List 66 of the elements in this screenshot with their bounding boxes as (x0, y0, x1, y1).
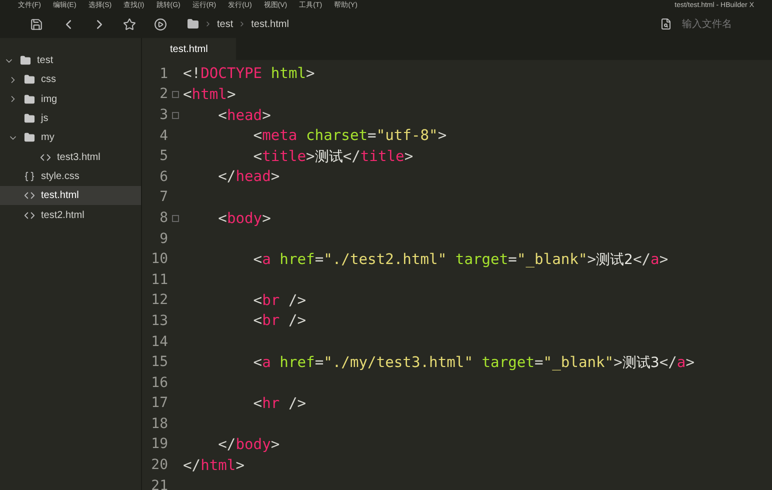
folder-icon (24, 74, 35, 86)
code-line: <br /> (252, 311, 306, 332)
line-number: 5 (158, 147, 168, 166)
line-number: 14 (150, 332, 168, 352)
line-number: 21 (150, 476, 168, 490)
line-number: 3 (158, 106, 168, 125)
file-tree-item[interactable]: js (0, 108, 141, 128)
braces-file-icon (24, 170, 35, 182)
file-tree-item[interactable]: test (0, 51, 141, 70)
file-tree-item[interactable]: test2.html (0, 205, 141, 225)
file-search-field[interactable]: 输入文件名 (682, 16, 762, 32)
code-line: <meta charset="utf-8"> (252, 126, 447, 146)
line-number: 6 (158, 168, 168, 187)
line-number: 11 (150, 270, 168, 290)
code-line: <hr /> (252, 394, 306, 414)
code-line: <html> (183, 84, 236, 105)
code-file-icon (40, 152, 51, 163)
code-file-icon (24, 190, 35, 202)
code-line: </head> (217, 167, 280, 188)
file-tree-item[interactable]: css (0, 70, 141, 90)
line-number: 10 (150, 250, 168, 270)
save-icon[interactable] (30, 18, 43, 30)
line-number: 19 (150, 435, 168, 454)
line-number: 9 (158, 230, 168, 249)
line-number: 1 (158, 64, 168, 84)
line-number: 2 (158, 85, 168, 104)
line-number: 16 (150, 374, 168, 393)
file-tree-item[interactable]: my (0, 128, 141, 148)
code-file-icon (24, 210, 35, 221)
line-number: 8 (158, 208, 168, 228)
line-number: 4 (158, 126, 168, 146)
editor-tab[interactable]: test.html (142, 38, 236, 60)
breadcrumb-item[interactable]: test (217, 16, 234, 32)
separator-icon (204, 20, 212, 28)
code-line: </body> (217, 435, 280, 456)
run-icon[interactable] (154, 18, 167, 30)
star-icon[interactable] (123, 18, 136, 30)
line-number: 20 (150, 456, 168, 476)
file-tree-item[interactable]: style.css (0, 166, 141, 186)
fold-marker-icon[interactable] (172, 112, 179, 119)
code-line: <title>测试</title> (252, 146, 414, 167)
code-line: <br /> (252, 290, 306, 311)
folder-icon (24, 94, 35, 105)
folder-icon (20, 55, 31, 66)
line-number: 18 (150, 414, 168, 434)
file-tree-item[interactable]: img (0, 90, 141, 109)
line-number: 13 (150, 312, 168, 331)
line-number: 17 (150, 394, 168, 414)
file-tree-item[interactable]: test3.html (0, 147, 141, 167)
line-number: 15 (150, 353, 168, 372)
fold-marker-icon[interactable] (172, 214, 179, 222)
line-number: 12 (150, 291, 168, 310)
file-search-icon[interactable] (660, 18, 672, 30)
code-line: <body> (217, 208, 271, 229)
line-number: 7 (158, 188, 168, 208)
file-tree-item[interactable]: test.html (0, 186, 141, 206)
code-line: <!DOCTYPE html> (183, 64, 315, 84)
folder-icon (24, 113, 35, 124)
fold-marker-icon[interactable] (172, 91, 179, 98)
folder-icon (24, 132, 35, 144)
breadcrumb-item[interactable]: test.html (251, 16, 289, 32)
code-line: </html> (183, 456, 245, 476)
code-line: <head> (217, 106, 271, 126)
code-line: <a href="./test2.html" target="_blank">测试2</a> (252, 250, 668, 270)
code-line: <a href="./my/test3.html" target="_blank">测试3</a> (252, 352, 694, 373)
folder-icon[interactable] (187, 18, 199, 30)
